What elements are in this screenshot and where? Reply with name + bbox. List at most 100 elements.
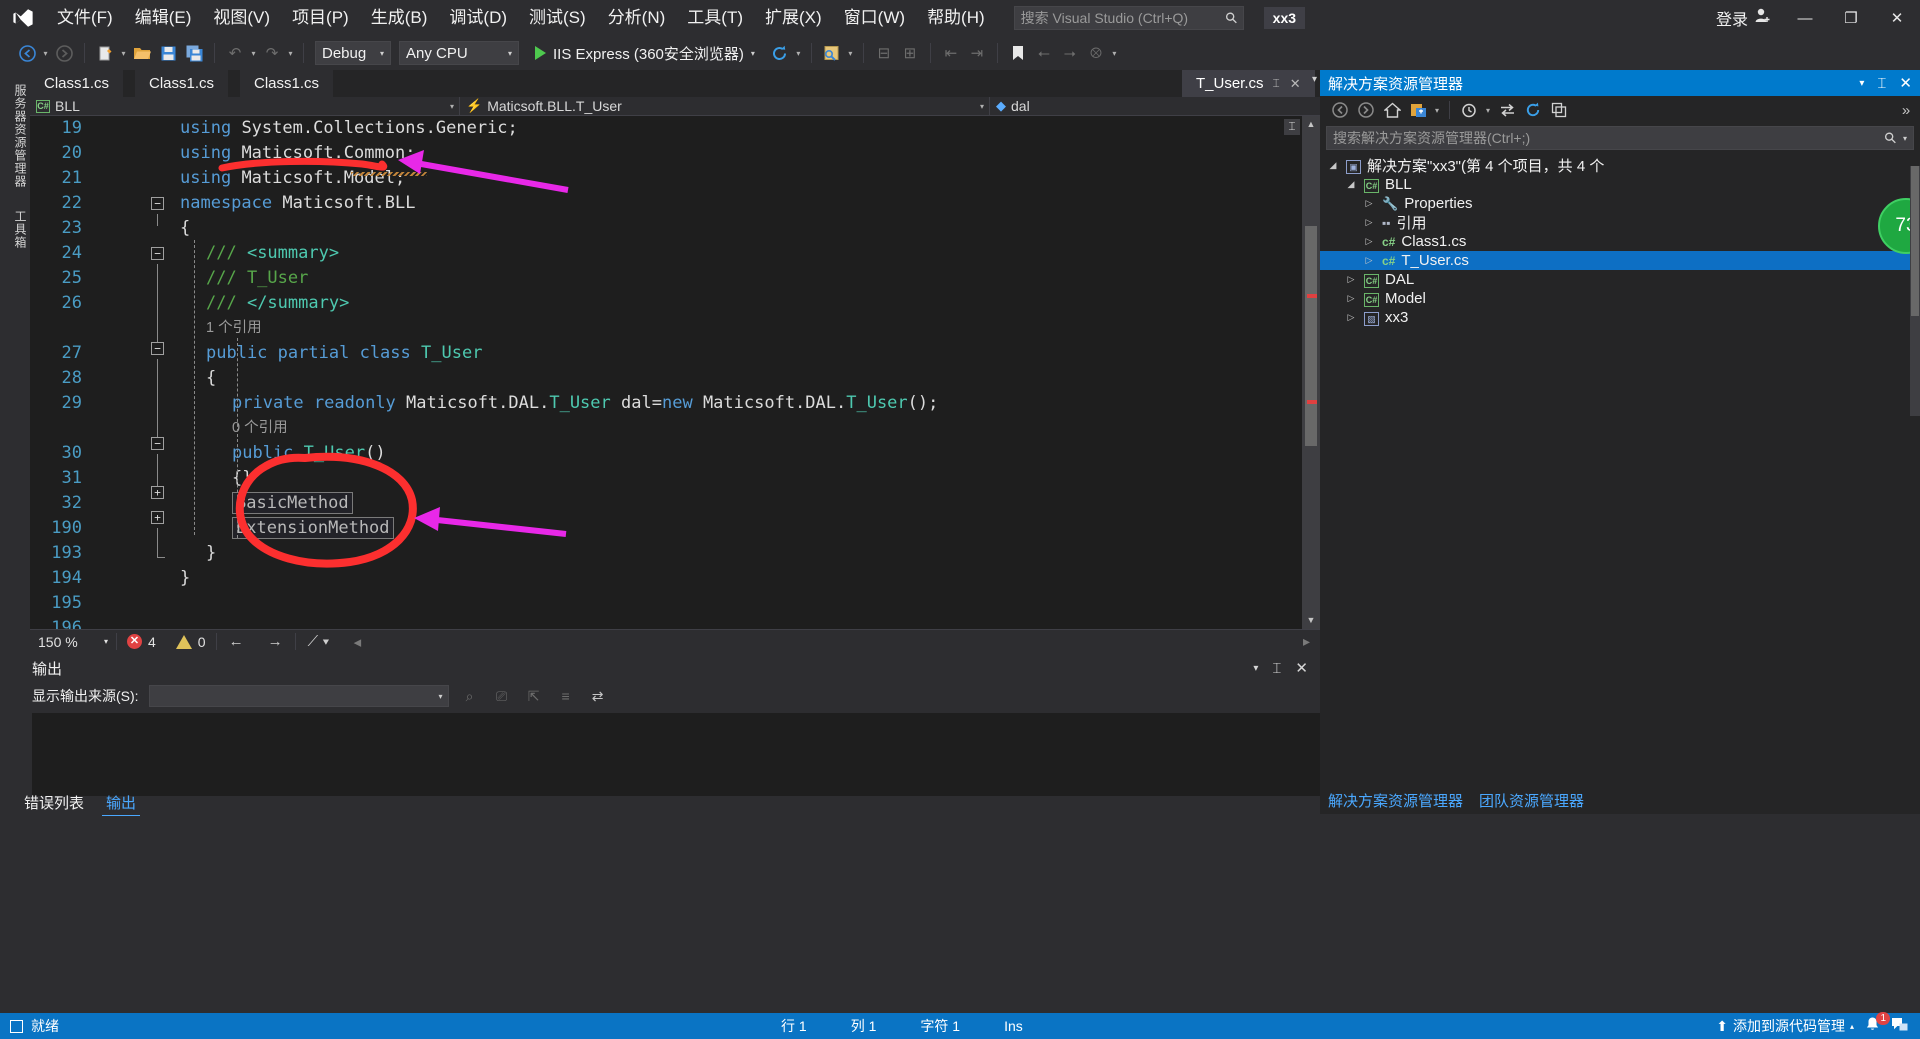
tree-item-xx344[interactable]: ◢ ▣ 解决方案"xx3"(第 4 个项目，共 4 个: [1320, 156, 1920, 175]
codelens-reference-count[interactable]: 1 个引用: [206, 316, 262, 341]
close-icon[interactable]: ✕: [1290, 76, 1301, 92]
chevron-down-icon[interactable]: ▾: [1903, 134, 1907, 143]
menu-project[interactable]: 项目(P): [281, 0, 360, 36]
panel-menu-icon[interactable]: ▾: [1253, 663, 1258, 674]
code-line[interactable]: 26 /// </summary>: [30, 291, 1320, 316]
chevron-collapsed-icon[interactable]: ▷: [1362, 236, 1376, 247]
warning-count-indicator[interactable]: 0: [166, 634, 216, 650]
new-project-dropdown-icon[interactable]: ▾: [118, 40, 129, 66]
scrollbar-thumb[interactable]: [1911, 166, 1919, 316]
menu-test[interactable]: 测试(S): [518, 0, 597, 36]
scroll-up-icon[interactable]: ▲: [1302, 116, 1320, 133]
toolbox-tab[interactable]: 工具箱: [4, 210, 27, 249]
split-view-icon[interactable]: ⌶: [1284, 119, 1300, 135]
chevron-collapsed-icon[interactable]: ▷: [1344, 274, 1358, 285]
intellisense-status-icon[interactable]: ⟋ ▾: [296, 633, 342, 650]
tree-item-dal[interactable]: ▷ C# DAL: [1320, 270, 1920, 289]
tree-item-bll[interactable]: ◢ C# BLL: [1320, 175, 1920, 194]
tab-solution-explorer[interactable]: 解决方案资源管理器: [1328, 790, 1463, 811]
solution-explorer-scrollbar[interactable]: [1910, 166, 1920, 416]
feedback-icon[interactable]: [1891, 1017, 1908, 1036]
error-count-indicator[interactable]: ✕ 4: [117, 634, 166, 650]
open-file-icon[interactable]: [129, 40, 155, 66]
fold-toggle-namespace[interactable]: −: [151, 197, 164, 210]
breadcrumb-member-selector[interactable]: ◆ dal: [990, 97, 1320, 115]
code-line[interactable]: 195: [30, 591, 1320, 616]
solution-platform-combo[interactable]: Any CPU ▾: [399, 41, 519, 65]
toggle-bookmark-icon[interactable]: [1005, 40, 1031, 66]
minimize-button[interactable]: —: [1782, 0, 1828, 36]
panel-menu-icon[interactable]: ▾: [1859, 78, 1864, 89]
menu-edit[interactable]: 编辑(E): [124, 0, 203, 36]
fold-toggle-class[interactable]: −: [151, 342, 164, 355]
code-line[interactable]: 190 ExtensionMethod: [30, 516, 1320, 541]
tab-team-explorer[interactable]: 团队资源管理器: [1479, 790, 1584, 811]
navigate-back-dropdown-icon[interactable]: ▾: [40, 40, 51, 66]
solution-search-input[interactable]: [1333, 130, 1885, 146]
notifications-button[interactable]: 1: [1864, 1012, 1890, 1036]
menu-debug[interactable]: 调试(D): [438, 0, 518, 36]
chevron-collapsed-icon[interactable]: ▷: [1362, 217, 1376, 228]
start-debug-button[interactable]: IIS Express (360安全浏览器) ▾: [527, 40, 763, 66]
menu-build[interactable]: 生成(B): [360, 0, 439, 36]
menu-view[interactable]: 视图(V): [202, 0, 281, 36]
close-icon[interactable]: ✕: [1295, 659, 1308, 677]
editor-vertical-scrollbar[interactable]: ▲ ▼: [1302, 116, 1320, 629]
horizontal-scroll-right-icon[interactable]: ▸: [1303, 633, 1320, 650]
menu-file[interactable]: 文件(F): [46, 0, 124, 36]
navigate-back-icon[interactable]: [14, 40, 40, 66]
solution-tree[interactable]: ◢ ▣ 解决方案"xx3"(第 4 个项目，共 4 个 ◢ C# BLL ▷ 🔧 Propert…: [1320, 156, 1920, 327]
tree-item-properties[interactable]: ▷ 🔧 Properties: [1320, 194, 1920, 213]
chevron-expanded-icon[interactable]: ◢: [1344, 179, 1358, 190]
code-line[interactable]: 29 private readonly Maticsoft.DAL.T_User …: [30, 391, 1320, 416]
fold-toggle-constructor[interactable]: −: [151, 437, 164, 450]
server-explorer-tab[interactable]: 服务器资源管理器: [4, 84, 27, 188]
close-icon[interactable]: ✕: [1899, 74, 1912, 92]
live-preview-icon[interactable]: [819, 40, 845, 66]
code-line[interactable]: 21 using Maticsoft.Model;: [30, 166, 1320, 191]
codelens-reference-count[interactable]: 0 个引用: [232, 416, 288, 441]
tab-class1-cs-3[interactable]: Class1.cs: [240, 70, 334, 97]
chevron-collapsed-icon[interactable]: ▷: [1344, 293, 1358, 304]
code-line[interactable]: 25 /// T_User: [30, 266, 1320, 291]
scroll-down-icon[interactable]: ▼: [1302, 612, 1320, 629]
search-input[interactable]: [1020, 10, 1226, 26]
refresh-icon[interactable]: [1521, 98, 1545, 122]
previous-issue-button[interactable]: ←: [217, 633, 256, 650]
chevron-collapsed-icon[interactable]: ▷: [1362, 198, 1376, 209]
global-search-box[interactable]: ⚲: [1013, 6, 1244, 30]
toggle-output-wrap-icon[interactable]: ⇄: [587, 685, 609, 707]
refresh-icon[interactable]: [767, 40, 793, 66]
breadcrumb-type-selector[interactable]: ⚡ Maticsoft.BLL.T_User ▾: [460, 97, 990, 115]
sync-with-active-document-icon[interactable]: [1495, 98, 1519, 122]
pin-icon[interactable]: ⌶: [1877, 75, 1886, 92]
solution-explorer-search-box[interactable]: ⚲ ▾: [1326, 126, 1914, 150]
codelens-line[interactable]: 0 个引用: [30, 416, 1320, 441]
code-line[interactable]: 27 public partial class T_User: [30, 341, 1320, 366]
menu-window[interactable]: 窗口(W): [833, 0, 916, 36]
zoom-level-selector[interactable]: 150 % ▾: [30, 634, 116, 650]
code-line[interactable]: 19 using System.Collections.Generic;: [30, 116, 1320, 141]
fold-toggle-summary[interactable]: −: [151, 247, 164, 260]
chevron-collapsed-icon[interactable]: ▷: [1344, 312, 1358, 323]
code-line[interactable]: 31 {}: [30, 466, 1320, 491]
collapsed-region-extensionmethod[interactable]: ExtensionMethod: [232, 517, 394, 539]
home-icon[interactable]: [1380, 98, 1404, 122]
save-icon[interactable]: [155, 40, 181, 66]
chevron-expanded-icon[interactable]: ◢: [1326, 160, 1340, 171]
code-line[interactable]: 24 /// <summary>: [30, 241, 1320, 266]
pin-icon[interactable]: ⌶: [1272, 660, 1281, 677]
tab-error-list[interactable]: 错误列表: [20, 790, 88, 816]
code-content[interactable]: 19 using System.Collections.Generic; 20 usi…: [30, 116, 1320, 629]
code-line[interactable]: 30 public T_User(): [30, 441, 1320, 466]
collapse-all-icon[interactable]: [1547, 98, 1571, 122]
code-line[interactable]: 28 {: [30, 366, 1320, 391]
code-line[interactable]: 194}: [30, 566, 1320, 591]
tree-item-t_user.cs[interactable]: ▷ c# T_User.cs: [1320, 251, 1920, 270]
toolbar-overflow-icon[interactable]: »: [1896, 98, 1920, 122]
code-line[interactable]: 23 {: [30, 216, 1320, 241]
tab-t-user-cs[interactable]: T_User.cs ⌶ ✕: [1182, 70, 1315, 97]
breadcrumb-project-selector[interactable]: C# BLL ▾: [30, 97, 460, 115]
tab-class1-cs-2[interactable]: Class1.cs: [135, 70, 229, 97]
tab-output[interactable]: 输出: [102, 790, 141, 816]
